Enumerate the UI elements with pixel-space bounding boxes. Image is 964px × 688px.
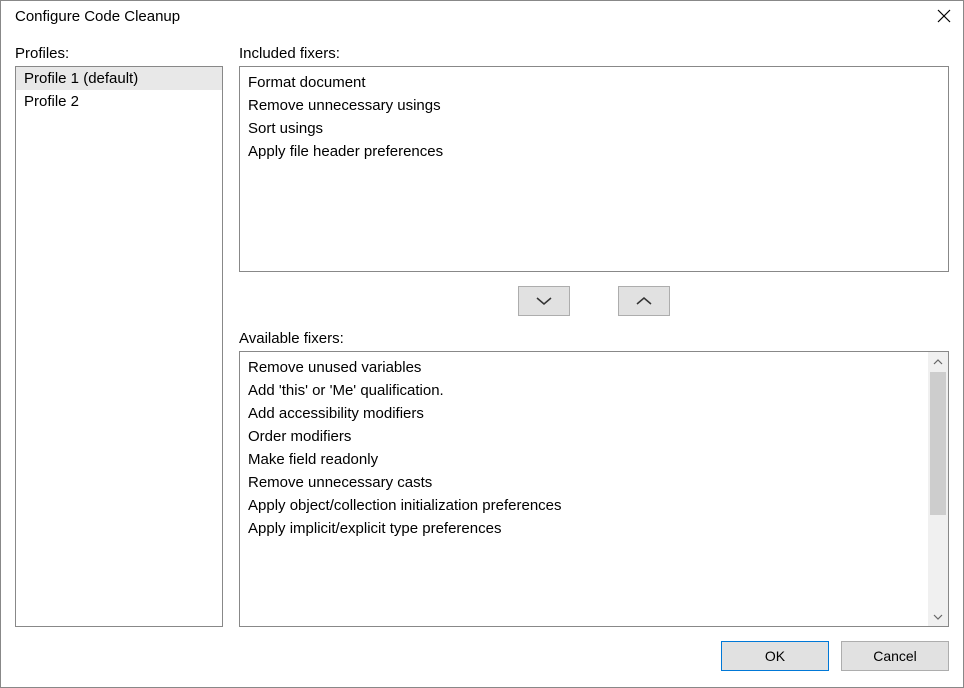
ok-button[interactable]: OK <box>721 641 829 671</box>
scroll-down-button[interactable] <box>928 606 948 626</box>
available-fixers-list[interactable]: Remove unused variablesAdd 'this' or 'Me… <box>239 351 949 627</box>
close-button[interactable] <box>935 7 953 25</box>
dialog-buttons: OK Cancel <box>1 627 963 687</box>
available-fixer-item[interactable]: Remove unused variables <box>246 356 924 379</box>
chevron-up-icon <box>636 296 652 306</box>
profile-item[interactable]: Profile 2 <box>16 90 222 113</box>
scrollbar[interactable] <box>928 352 948 626</box>
scroll-thumb[interactable] <box>930 372 946 515</box>
available-fixer-item[interactable]: Add 'this' or 'Me' qualification. <box>246 379 924 402</box>
available-fixers-label: Available fixers: <box>239 330 949 347</box>
content-area: Profiles: Profile 1 (default)Profile 2 I… <box>1 31 963 627</box>
titlebar: Configure Code Cleanup <box>1 1 963 31</box>
fixers-column: Included fixers: Format documentRemove u… <box>239 45 949 627</box>
cancel-button[interactable]: Cancel <box>841 641 949 671</box>
included-fixer-item[interactable]: Format document <box>246 71 942 94</box>
included-fixers-list[interactable]: Format documentRemove unnecessary usings… <box>239 66 949 272</box>
scroll-track[interactable] <box>928 372 948 606</box>
included-fixer-item[interactable]: Sort usings <box>246 117 942 140</box>
chevron-down-icon <box>536 296 552 306</box>
included-fixers-label: Included fixers: <box>239 45 949 62</box>
available-fixer-item[interactable]: Remove unnecessary casts <box>246 471 924 494</box>
available-fixer-item[interactable]: Add accessibility modifiers <box>246 402 924 425</box>
available-fixer-item[interactable]: Order modifiers <box>246 425 924 448</box>
close-icon <box>937 9 951 23</box>
profiles-list[interactable]: Profile 1 (default)Profile 2 <box>15 66 223 627</box>
move-up-button[interactable] <box>618 286 670 316</box>
move-buttons <box>239 272 949 330</box>
included-fixer-item[interactable]: Remove unnecessary usings <box>246 94 942 117</box>
available-fixer-item[interactable]: Make field readonly <box>246 448 924 471</box>
available-fixer-item[interactable]: Apply implicit/explicit type preferences <box>246 517 924 540</box>
cancel-button-label: Cancel <box>873 648 917 664</box>
move-down-button[interactable] <box>518 286 570 316</box>
triangle-up-icon <box>933 359 943 366</box>
scroll-up-button[interactable] <box>928 352 948 372</box>
profile-item[interactable]: Profile 1 (default) <box>16 67 222 90</box>
included-fixer-item[interactable]: Apply file header preferences <box>246 140 942 163</box>
triangle-down-icon <box>933 613 943 620</box>
ok-button-label: OK <box>765 648 785 664</box>
window-title: Configure Code Cleanup <box>15 8 180 25</box>
profiles-label: Profiles: <box>15 45 223 62</box>
profiles-column: Profiles: Profile 1 (default)Profile 2 <box>15 45 223 627</box>
available-fixer-item[interactable]: Apply object/collection initialization p… <box>246 494 924 517</box>
